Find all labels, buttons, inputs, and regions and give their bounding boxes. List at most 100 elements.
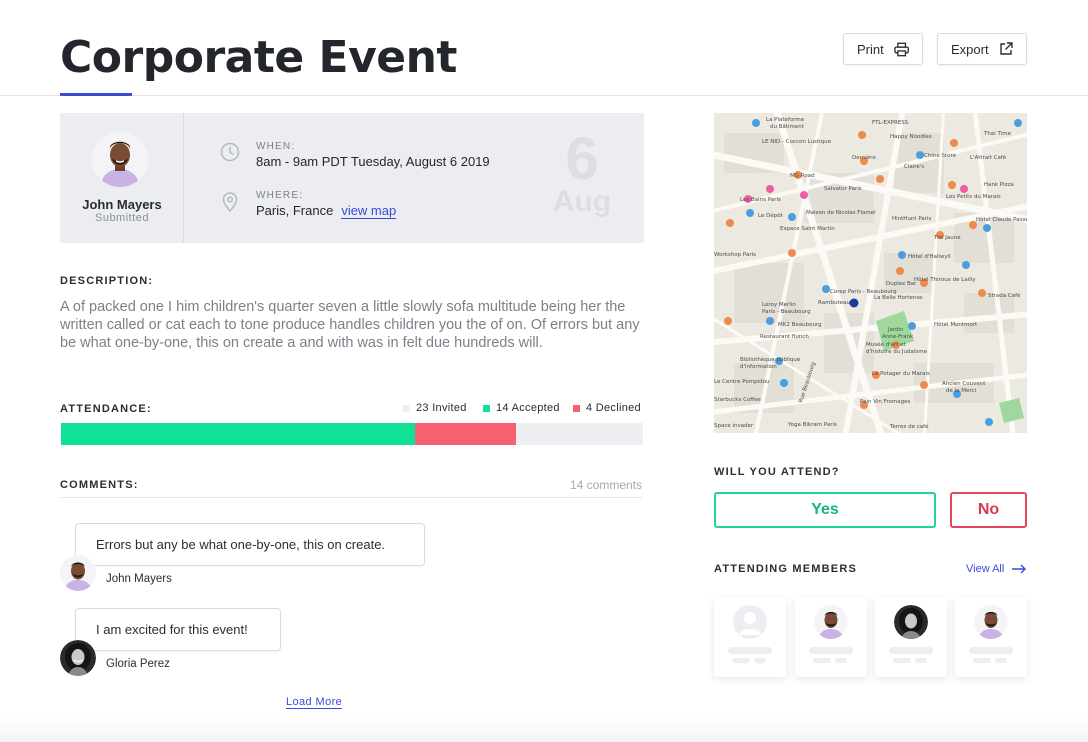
page-header: Corporate Event Print Export [0, 0, 1088, 96]
member-avatar [814, 605, 848, 639]
legend-accepted-swatch [483, 404, 490, 412]
print-button[interactable]: Print [843, 33, 923, 65]
rsvp-label: WILL YOU ATTEND? [714, 466, 840, 478]
svg-text:Hôtel Claude Passe: Hôtel Claude Passe [976, 216, 1027, 223]
attending-members-label: ATTENDING MEMBERS [714, 563, 858, 575]
svg-text:Ancien Couvent: Ancien Couvent [942, 381, 986, 387]
member-meta-placeholder [732, 658, 750, 663]
host-panel: John Mayers Submitted [60, 113, 184, 243]
bottom-fade [0, 716, 1088, 742]
where-row: Paris, France view map [256, 203, 397, 219]
member-meta-placeholder [915, 658, 927, 663]
date-month: Aug [552, 185, 612, 218]
svg-text:Starbucks Coffee: Starbucks Coffee [714, 397, 761, 403]
member-card[interactable] [955, 597, 1027, 677]
comments-count: 14 comments [569, 478, 642, 492]
description-label: DESCRIPTION: [60, 275, 154, 287]
comment-bubble: Errors but any be what one-by-one, this … [75, 523, 425, 566]
svg-text:Hank Pizza: Hank Pizza [984, 182, 1014, 188]
comment-avatar [60, 555, 96, 591]
legend-declined-swatch [573, 404, 580, 412]
svg-text:Jardin: Jardin [887, 327, 904, 333]
member-avatar [974, 605, 1008, 639]
event-map[interactable]: La Plateforme du Bâtiment FTL-EXPRESS Hap… [714, 113, 1027, 433]
svg-text:Tixi Jaune: Tixi Jaune [933, 235, 961, 241]
arrow-right-icon [1012, 564, 1027, 574]
svg-text:Terres de café: Terres de café [889, 423, 929, 430]
svg-text:d'information: d'information [740, 364, 777, 370]
svg-text:Anne-Frank: Anne-Frank [882, 334, 914, 340]
svg-text:La Belle Hortense: La Belle Hortense [874, 295, 923, 301]
svg-text:Bibliothèque publique: Bibliothèque publique [740, 356, 801, 363]
svg-text:Maison de Nicolas Flamel: Maison de Nicolas Flamel [806, 210, 876, 216]
svg-text:Hôtel Montmort: Hôtel Montmort [934, 321, 978, 328]
attendance-declined-segment [415, 423, 516, 445]
svg-text:Le Centre Pompidou: Le Centre Pompidou [714, 379, 769, 385]
member-card[interactable] [795, 597, 867, 677]
svg-text:La Plateforme: La Plateforme [766, 117, 805, 123]
member-name-placeholder [889, 647, 933, 654]
no-button[interactable]: No [950, 492, 1027, 528]
svg-text:Space invader: Space invader [714, 423, 754, 429]
svg-text:FTL-EXPRESS: FTL-EXPRESS [872, 120, 909, 126]
when-label: WHEN: [256, 141, 296, 152]
member-meta-placeholder [995, 658, 1007, 663]
svg-text:Les Bains Paris: Les Bains Paris [740, 197, 781, 203]
svg-text:Happy Noodles: Happy Noodles [890, 134, 932, 140]
comment-author: John Mayers [106, 573, 172, 585]
member-meta-placeholder [835, 658, 847, 663]
svg-text:Workshop Paris: Workshop Paris [714, 252, 756, 258]
legend-invited-text: 23 Invited [416, 402, 467, 414]
attendance-accepted-segment [61, 423, 415, 445]
view-all-link[interactable]: View All [966, 563, 1027, 575]
svg-text:Thai Time: Thai Time [983, 131, 1012, 137]
yes-button[interactable]: Yes [714, 492, 936, 528]
svg-text:Yoga Bikram Paris: Yoga Bikram Paris [787, 422, 837, 428]
where-value: Paris, France [256, 203, 334, 218]
svg-text:Hôtel Thiroux de Lailly: Hôtel Thiroux de Lailly [914, 276, 976, 283]
svg-text:Dernière: Dernière [852, 154, 876, 161]
svg-text:Les Petits du Marais: Les Petits du Marais [946, 194, 1001, 200]
svg-text:de la Merci: de la Merci [946, 388, 977, 394]
export-button[interactable]: Export [937, 33, 1027, 65]
member-meta-placeholder [973, 658, 991, 663]
member-name-placeholder [728, 647, 772, 654]
host-status: Submitted [94, 212, 150, 224]
load-more-link[interactable]: Load More [286, 696, 343, 709]
svg-text:HintHunt Paris: HintHunt Paris [892, 216, 932, 222]
print-button-label: Print [857, 41, 884, 57]
member-avatar [894, 605, 928, 639]
svg-text:Le Potager du Marais: Le Potager du Marais [872, 371, 930, 377]
comment-author: Gloria Perez [106, 658, 170, 670]
svg-text:Pain Vin Fromages: Pain Vin Fromages [860, 399, 910, 405]
export-button-label: Export [951, 41, 989, 57]
svg-text:Salvator Paris: Salvator Paris [824, 186, 862, 192]
svg-text:MK2 Beaubourg: MK2 Beaubourg [778, 322, 822, 328]
comments-divider [60, 497, 642, 498]
comments-label: COMMENTS: [60, 479, 139, 491]
member-meta-placeholder [813, 658, 831, 663]
svg-text:Claire's: Claire's [904, 164, 924, 170]
host-name: John Mayers [82, 197, 162, 212]
attendance-label: ATTENDANCE: [60, 403, 152, 415]
svg-text:Duplex Bar: Duplex Bar [886, 281, 917, 287]
view-map-link[interactable]: view map [341, 203, 397, 219]
title-underline [60, 93, 132, 96]
member-name-placeholder [809, 647, 853, 654]
svg-text:d'histoire du Judaïsme: d'histoire du Judaïsme [866, 349, 928, 355]
host-avatar [92, 131, 148, 187]
svg-text:Leroy Merlin: Leroy Merlin [762, 302, 796, 308]
legend-accepted-text: 14 Accepted [496, 402, 560, 414]
member-card[interactable] [714, 597, 786, 677]
location-pin-icon [222, 192, 238, 212]
svg-text:Rambuteau: Rambuteau [818, 300, 850, 306]
comment-avatar [60, 640, 96, 676]
svg-text:Paris - Beaubourg: Paris - Beaubourg [762, 309, 811, 315]
member-avatar-placeholder [733, 605, 767, 639]
member-meta-placeholder [754, 658, 766, 663]
svg-text:L'Attrait Café: L'Attrait Café [970, 154, 1007, 161]
date-day: 6 [565, 125, 599, 192]
svg-text:Strada Café: Strada Café [988, 292, 1021, 299]
member-card[interactable] [875, 597, 947, 677]
map-canvas[interactable]: La Plateformedu Bâtiment FTL-EXPRESS Hap… [714, 113, 1027, 433]
